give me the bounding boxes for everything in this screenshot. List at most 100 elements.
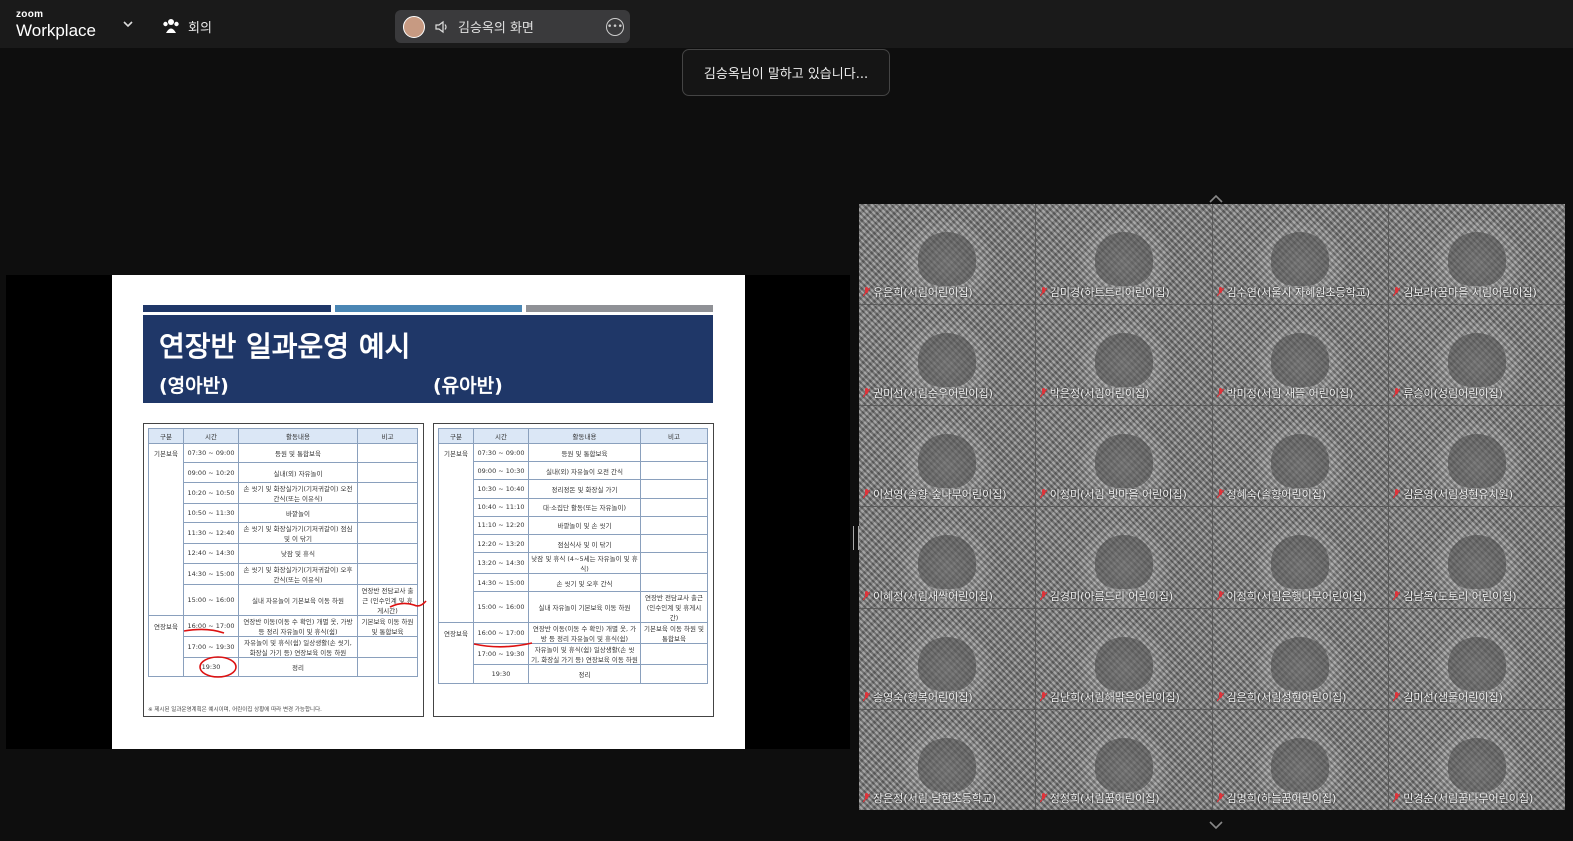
participant-name: 김미경(하트트리어린이집) — [1049, 286, 1170, 300]
participant-video-tile[interactable]: 류승이(성림어린이집) — [1389, 305, 1565, 406]
table-cell — [148, 522, 184, 544]
participant-video-tile[interactable]: 김명희(하늘꿈어린이집) — [1212, 709, 1389, 810]
participant-video-tile[interactable]: 이선영(솔향 숲나무어린이집) — [859, 406, 1035, 507]
chevron-up-icon[interactable] — [1208, 194, 1224, 204]
muted-mic-icon — [863, 287, 870, 297]
participant-video-tile[interactable]: 김난희(서림해맑은어린이집) — [1035, 608, 1212, 709]
participant-name: 권미선(서림순우어린이집) — [873, 387, 993, 401]
table-cell — [148, 635, 184, 658]
participant-video-tile[interactable]: 박은정(서림어린이집) — [1035, 305, 1212, 406]
table-cell — [438, 479, 474, 499]
table-header: 시간 — [473, 428, 529, 444]
table-cell: 등원 및 통합보육 — [528, 442, 641, 463]
color-bar — [526, 305, 713, 312]
participant-video — [1448, 232, 1507, 286]
participant-name: 김남옥(도토리 어린이집) — [1403, 589, 1517, 603]
table-cell: 실내 자유놀이 기본보육 이동 하원 — [238, 583, 358, 616]
table-cell: 정리 — [238, 656, 358, 677]
participant-video — [917, 333, 976, 388]
participant-name: 민경순(서림꿈나무어린이집) — [1403, 791, 1534, 805]
table-row: 연장보육 16:00 ~ 17:00 연장반 이동(이동 수 확인) 개별 옷, 가… — [438, 622, 708, 645]
slide-title: 연장반 일과운영 예시 — [159, 330, 411, 363]
table-row: 11:30 ~ 12:40 손 씻기 및 화장실가기(기저귀갈이) 점심 및 이 … — [148, 522, 418, 545]
participant-video — [1271, 535, 1330, 590]
participant-name: 유은희(서림어린이집) — [873, 286, 973, 300]
table-cell — [357, 481, 418, 504]
table-row: 17:00 ~ 19:30 자유놀이 및 휴식(쉼) 일상생활(손 씻기, 화장실… — [438, 643, 708, 666]
table-header: 구분 — [438, 428, 474, 444]
more-options-icon[interactable]: ••• — [606, 18, 624, 36]
table-cell: 17:00 ~ 19:30 — [473, 643, 529, 666]
table-cell: 손 씻기 및 화장실가기(기저귀갈이) 오전 간식(또는 이유식) — [238, 481, 358, 504]
table-row: 15:00 ~ 16:00 실내 자유놀이 기본보육 이동 하원 연장반 전담교사 … — [438, 591, 708, 624]
chevron-down-icon[interactable] — [121, 17, 135, 31]
table-cell — [438, 552, 474, 574]
color-bar — [335, 305, 522, 312]
participant-video-tile[interactable]: 이정희(서림은행나무어린이집) — [1212, 507, 1389, 608]
table-cell: 10:20 ~ 10:50 — [183, 481, 239, 504]
muted-mic-icon — [1393, 691, 1401, 702]
participant-video-tile[interactable]: 김미선(샘물어린이집) — [1389, 608, 1565, 709]
participant-video-tile[interactable]: 김경미(아름드리 어린이집) — [1035, 507, 1212, 608]
participant-name: 이혜정(서림새싹어린이집) — [873, 589, 993, 603]
table-cell — [357, 635, 418, 658]
participant-name-tag: 유은희(서림어린이집) — [863, 284, 1033, 300]
table-cell: 14:30 ~ 15:00 — [473, 573, 529, 593]
muted-mic-icon — [1393, 388, 1401, 398]
participant-name-tag: 정정희(서림꿈어린이집) — [1039, 790, 1210, 806]
zoom-workplace-logo[interactable]: zoom Workplace — [16, 10, 96, 40]
participant-name: 김보라(꿈마을 서림어린이집) — [1403, 286, 1537, 300]
participant-video-tile[interactable]: 김미경(하트트리어린이집) — [1035, 204, 1212, 305]
participant-video-tile[interactable]: 김보라(꿈마을 서림어린이집) — [1389, 204, 1565, 305]
table-cell: 낮잠 및 휴식 (4~5세는 자유놀이 및 휴식) — [528, 552, 641, 575]
table-row: 12:40 ~ 14:30 낮잠 및 휴식 — [148, 543, 418, 564]
table-cell: 점심식사 및 이 닦기 — [528, 533, 641, 554]
participant-video — [1094, 535, 1153, 590]
participant-video-tile[interactable]: 유은희(서림어린이집) — [859, 204, 1035, 305]
table-cell: 13:20 ~ 14:30 — [473, 552, 529, 575]
table-header: 시간 — [183, 428, 239, 444]
table-header: 활동내용 — [238, 428, 358, 444]
participant-name: 박은정(서림어린이집) — [1049, 387, 1150, 401]
participant-video — [1094, 232, 1153, 286]
table-row: 19:30 정리 — [148, 656, 418, 677]
table-cell: 10:30 ~ 10:40 — [473, 479, 529, 499]
muted-mic-icon — [863, 691, 870, 702]
participant-video-tile[interactable]: 김은영(서림성현유치원) — [1389, 406, 1565, 507]
share-label: 김승옥의 화면 — [458, 21, 534, 36]
participant-name-tag: 김은영(서림성현유치원) — [1393, 486, 1563, 502]
participant-video-tile[interactable]: 김은희(서림성현어린이집) — [1212, 608, 1389, 709]
participant-video-tile[interactable]: 장은정(서림 남현초등학교) — [859, 709, 1035, 810]
participant-video-tile[interactable]: 정정희(서림꿈어린이집) — [1035, 709, 1212, 810]
participant-video-tile[interactable]: 송영숙(행복어린이집) — [859, 608, 1035, 709]
muted-mic-icon — [1393, 590, 1401, 601]
table-header: 비고 — [357, 428, 418, 444]
table-row: 19:30 정리 — [438, 664, 708, 684]
chevron-down-icon[interactable] — [1208, 820, 1224, 830]
participant-name: 김은희(서림성현어린이집) — [1226, 690, 1347, 704]
participant-name: 김명희(하늘꿈어린이집) — [1226, 791, 1337, 805]
muted-mic-icon — [1039, 287, 1047, 297]
participant-name-tag: 김수연(서울시 자혜원초등학교) — [1216, 284, 1387, 300]
participant-video-tile[interactable]: 권미선(서림순우어린이집) — [859, 305, 1035, 406]
participant-video-tile[interactable]: 민경순(서림꿈나무어린이집) — [1389, 709, 1565, 810]
muted-mic-icon — [1039, 691, 1047, 702]
participant-video-tile[interactable]: 김수연(서울시 자혜원초등학교) — [1212, 204, 1389, 305]
table-cell: 정리 — [528, 664, 641, 684]
participant-name-tag: 김미경(하트트리어린이집) — [1039, 284, 1210, 300]
table-cell: 11:30 ~ 12:40 — [183, 522, 239, 545]
participant-video-tile[interactable]: 김남옥(도토리 어린이집) — [1389, 507, 1565, 608]
table-row: 11:10 ~ 12:20 바깥놀이 및 손 씻기 — [438, 515, 708, 535]
table-cell: 연장반 이동(이동 수 확인) 개별 옷, 가방 등 정리 자유놀이 및 휴식(… — [238, 614, 358, 637]
participant-video-tile[interactable]: 정혜숙(솔향어린이집) — [1212, 406, 1389, 507]
participant-video-tile[interactable]: 이혜정(서림새싹어린이집) — [859, 507, 1035, 608]
screen-share-indicator[interactable]: 김승옥의 화면 ••• — [395, 10, 630, 43]
table-row: 기본보육 07:30 ~ 09:00 등원 및 통합보육 — [438, 442, 708, 463]
table-row: 10:40 ~ 11:10 대·소집단 활동(또는 자유놀이) — [438, 497, 708, 517]
meeting-menu[interactable]: 회의 — [162, 16, 212, 36]
participant-video-tile[interactable]: 박미정(서림 새뜰 어린이집) — [1212, 305, 1389, 406]
participant-video — [1271, 232, 1330, 286]
table-cell: 10:50 ~ 11:30 — [183, 502, 239, 524]
participant-video-tile[interactable]: 이정미(서림 빛마을 어린이집) — [1035, 406, 1212, 507]
participant-video — [1271, 434, 1330, 489]
